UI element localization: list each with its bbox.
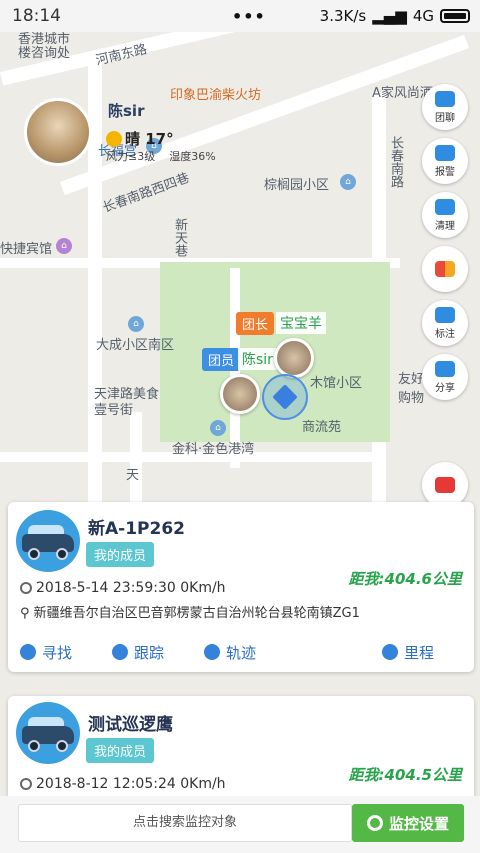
bottom-bar: 点击搜索监控对象 监控设置 (0, 796, 480, 853)
map-label: 长春南路 (388, 136, 403, 188)
map-label: 木馆小区 (310, 376, 363, 391)
clock-icon (20, 582, 32, 594)
follow-button[interactable]: 跟踪 (112, 642, 164, 663)
tool-clean[interactable]: 清理 (422, 192, 468, 238)
member-card[interactable]: 新A-1P262 我的成员 2018-5-14 23:59:30 0Km/h 距… (8, 502, 474, 672)
location-pin-icon (112, 644, 128, 660)
vehicle-plate: 新A-1P262 (88, 519, 185, 539)
battery-icon (440, 9, 470, 23)
poi-icon: ⌂ (340, 174, 356, 190)
map-label: 新天巷 (172, 218, 187, 257)
marker-name: 陈sir (238, 348, 277, 370)
member-pin[interactable] (220, 374, 260, 414)
map-label: 印象巴渝柴火坊 (170, 88, 262, 103)
pie-icon (382, 644, 398, 660)
map-label: 天 (126, 468, 140, 483)
map-label: 天津路美食壹号街 (94, 387, 160, 418)
status-bar: 18:14 ••• 3.3K/s ▂▄▆ 4G (0, 0, 480, 32)
weather-details: 风力≤3级 湿度36% (106, 150, 216, 163)
grid-icon (435, 261, 455, 277)
map-label: 楼咨询处 (18, 46, 71, 61)
weather-avatar[interactable] (24, 98, 92, 166)
tool-share[interactable]: 分享 (422, 354, 468, 400)
track-button[interactable]: 轨迹 (204, 642, 256, 663)
mileage-button[interactable]: 里程 (382, 642, 434, 663)
map-label: 河南东路 (94, 42, 149, 69)
map-view[interactable]: 香港城市 楼咨询处 河南东路 印象巴渝柴火坊 A家风尚酒店 长福宫 长春南路西四… (0, 32, 480, 853)
member-badge: 我的成员 (86, 738, 155, 763)
map-label: 大成小区南区 (96, 338, 175, 353)
broom-icon (435, 198, 455, 215)
chat-icon (435, 90, 455, 107)
tool-apps[interactable] (422, 246, 468, 292)
sun-icon (106, 130, 122, 147)
search-input[interactable]: 点击搜索监控对象 (18, 804, 352, 842)
member-badge: 我的成员 (86, 542, 155, 567)
poi-icon: ⌂ (210, 420, 226, 436)
vehicle-plate: 测试巡逻鹰 (88, 715, 173, 735)
last-update-time: 2018-8-12 12:05:24 0Km/h (20, 776, 226, 792)
map-label: 金科·金色港湾 (172, 442, 255, 457)
map-label: 棕榈园小区 (264, 178, 330, 193)
distance: 距我:404.6公里 (348, 570, 462, 588)
weather-user-name: 陈sir (108, 102, 145, 120)
address: ⚲ 新疆维吾尔自治区巴音郭楞蒙古自治州轮台县轮南镇ZG1 (20, 606, 360, 621)
people-icon (20, 644, 36, 660)
map-label: 商流苑 (302, 420, 342, 435)
alarm-icon (435, 144, 455, 161)
clock-time: 18:14 (12, 6, 61, 26)
status-right: 3.3K/s ▂▄▆ 4G (320, 7, 470, 25)
tool-alarm[interactable]: 报警 (422, 138, 468, 184)
marker-name: 宝宝羊 (276, 312, 326, 334)
member-pin[interactable] (274, 338, 314, 378)
route-icon (204, 644, 220, 660)
my-location-icon[interactable] (262, 374, 308, 420)
net-speed: 3.3K/s (319, 7, 367, 25)
card-actions: 寻找 跟踪 轨迹 里程 (8, 635, 474, 669)
car-avatar (16, 510, 80, 572)
monitor-settings-button[interactable]: 监控设置 (352, 804, 464, 842)
find-button[interactable]: 寻找 (20, 642, 72, 663)
poi-icon: ⌂ (56, 238, 72, 254)
marker-role-tag: 团长 (236, 312, 275, 335)
weather-temp: 晴 17° (106, 128, 174, 149)
last-update-time: 2018-5-14 23:59:30 0Km/h (20, 580, 226, 596)
gear-icon (366, 815, 383, 831)
signal-icon: ▂▄▆ (372, 7, 407, 25)
marker-role-tag: 团员 (202, 348, 241, 371)
car-avatar (16, 702, 80, 764)
notification-dots: ••• (232, 6, 266, 26)
tool-group-chat[interactable]: 团聊 (422, 84, 468, 130)
distance: 距我:404.5公里 (348, 766, 462, 784)
siren-icon (435, 477, 455, 493)
poi-icon: ⌂ (128, 316, 144, 332)
flag-icon (435, 306, 455, 323)
share-icon (435, 360, 455, 377)
map-label: 快捷宾馆 (0, 242, 53, 257)
clock-icon (20, 778, 32, 790)
tool-mark[interactable]: 标注 (422, 300, 468, 346)
network-type: 4G (412, 7, 434, 25)
